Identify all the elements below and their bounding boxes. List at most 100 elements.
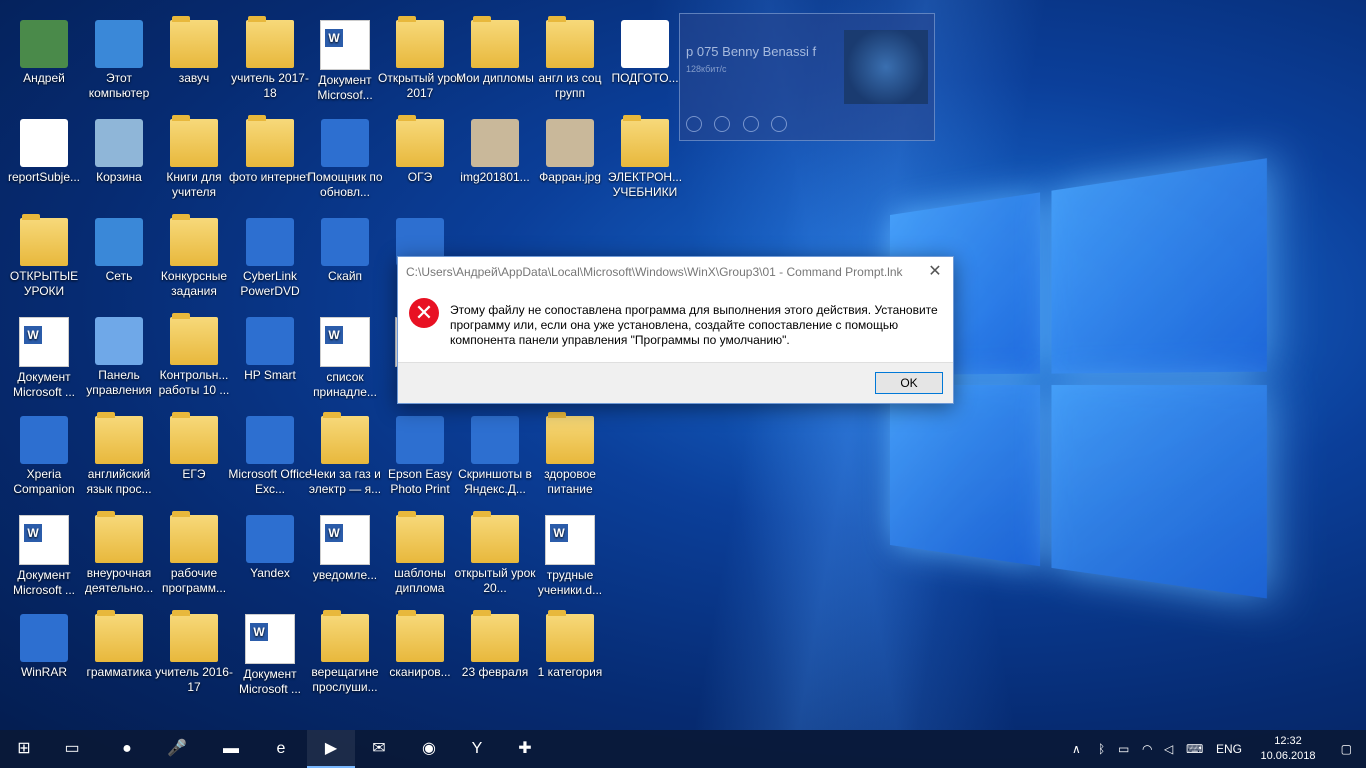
folder-icon xyxy=(396,20,444,68)
battery-icon[interactable]: ▭ xyxy=(1118,730,1129,768)
folder-icon xyxy=(170,614,218,662)
app-icon xyxy=(471,416,519,464)
yandex-taskbar-icon[interactable]: Y xyxy=(453,730,501,768)
previous-icon[interactable] xyxy=(743,116,759,132)
clock-time: 12:32 xyxy=(1258,734,1318,749)
player-visualization xyxy=(844,30,928,104)
desktop-icon[interactable]: трудные ученики.d... xyxy=(526,509,614,605)
net-icon xyxy=(95,218,143,266)
app-icon xyxy=(20,614,68,662)
folder-icon xyxy=(546,614,594,662)
media-taskbar-icon[interactable]: ▶ xyxy=(307,730,355,768)
pause-icon[interactable] xyxy=(686,116,702,132)
mail-taskbar-icon[interactable]: ✉ xyxy=(355,730,403,768)
app-icon xyxy=(246,515,294,563)
dialog-title: C:\Users\Андрей\AppData\Local\Microsoft\… xyxy=(406,265,903,279)
folder-icon xyxy=(321,416,369,464)
desktop-icon[interactable]: учитель 2016-17 xyxy=(150,608,238,704)
player-bitrate: 128кбит/с xyxy=(686,64,726,74)
image-icon xyxy=(546,119,594,167)
folder-icon xyxy=(170,218,218,266)
desktop-icon-label: завуч xyxy=(151,71,237,86)
error-icon: ✕ xyxy=(409,298,439,328)
volume-icon[interactable]: ◁ xyxy=(1164,730,1173,768)
cp-icon xyxy=(95,317,143,365)
desktop-icon[interactable]: ЕГЭ xyxy=(150,410,238,506)
app-icon xyxy=(246,317,294,365)
desktop-icon[interactable]: рабочие программ... xyxy=(150,509,238,605)
clock[interactable]: 12:32 10.06.2018 xyxy=(1258,734,1318,764)
desktop-icon-label: ЕГЭ xyxy=(151,467,237,482)
desktop-icon[interactable]: Конкурсные задания xyxy=(150,212,238,308)
desktop-icon-label: здоровое питание xyxy=(527,467,613,497)
desktop-icon[interactable]: 1 категория xyxy=(526,608,614,704)
voice-taskbar-icon[interactable]: 🎤 xyxy=(153,730,201,768)
folder-icon xyxy=(396,614,444,662)
start-taskbar-icon[interactable]: ⊞ xyxy=(0,730,48,768)
ok-button[interactable]: OK xyxy=(875,372,943,394)
folder-icon xyxy=(20,218,68,266)
desktop-icon-label: ЭЛЕКТРОН... УЧЕБНИКИ xyxy=(602,170,688,200)
folder-icon xyxy=(471,614,519,662)
app-taskbar-icon[interactable]: ◉ xyxy=(405,730,453,768)
desktop-icon[interactable]: Контрольн... работы 10 ... xyxy=(150,311,238,407)
dialog-message: Этому файлу не сопоставлена программа дл… xyxy=(450,303,940,348)
folder-icon xyxy=(170,416,218,464)
desktop-icon[interactable]: завуч xyxy=(150,14,238,110)
defender-taskbar-icon[interactable]: ✚ xyxy=(501,730,549,768)
desktop-icon-label: ПОДГОТО... xyxy=(602,71,688,86)
language-indicator[interactable]: ENG xyxy=(1216,730,1242,768)
image-icon xyxy=(471,119,519,167)
desktop-icon[interactable]: Книги для учителя xyxy=(150,113,238,209)
desktop-icon-label: учитель 2016-17 xyxy=(151,665,237,695)
player-controls[interactable] xyxy=(686,116,928,134)
doc-icon xyxy=(19,317,69,367)
tray-chevron-icon[interactable]: ∧ xyxy=(1072,730,1081,768)
app-icon xyxy=(321,218,369,266)
wifi-icon[interactable]: ◠ xyxy=(1142,730,1152,768)
task-view-taskbar-icon[interactable]: ▭ xyxy=(48,730,96,768)
doc-icon xyxy=(320,20,370,70)
media-player-widget[interactable]: p 075 Benny Benassi f 128кбит/с xyxy=(679,13,935,141)
folder-icon xyxy=(396,515,444,563)
desktop-icon[interactable]: ПОДГОТО... xyxy=(601,14,689,110)
folder-icon xyxy=(170,317,218,365)
desktop-icon[interactable]: здоровое питание xyxy=(526,410,614,506)
folder-icon xyxy=(546,20,594,68)
stop-icon[interactable] xyxy=(714,116,730,132)
explorer-taskbar-icon[interactable]: ▬ xyxy=(207,730,255,768)
folder-icon xyxy=(321,614,369,662)
folder-icon xyxy=(546,416,594,464)
folder-icon xyxy=(170,119,218,167)
desktop-icon-label: 1 категория xyxy=(527,665,613,680)
edge-taskbar-icon[interactable]: e xyxy=(257,730,305,768)
keyboard-icon[interactable]: ⌨ xyxy=(1186,730,1203,768)
folder-icon xyxy=(396,119,444,167)
player-track-title: p 075 Benny Benassi f xyxy=(686,44,846,59)
desktop-icon-label: Конкурсные задания xyxy=(151,269,237,299)
desktop-icon-label: рабочие программ... xyxy=(151,566,237,596)
error-dialog: C:\Users\Андрей\AppData\Local\Microsoft\… xyxy=(397,256,954,404)
folder-icon xyxy=(621,119,669,167)
user-icon xyxy=(20,20,68,68)
folder-icon xyxy=(471,515,519,563)
notifications-icon[interactable]: ▢ xyxy=(1341,730,1352,768)
clock-date: 10.06.2018 xyxy=(1258,749,1318,764)
close-icon[interactable]: ✕ xyxy=(925,261,945,281)
app-icon xyxy=(321,119,369,167)
doc-icon xyxy=(545,515,595,565)
file-icon xyxy=(20,119,68,167)
folder-icon xyxy=(170,515,218,563)
folder-icon xyxy=(246,119,294,167)
taskbar: ⊞ ▭ ● 🎤 ▬ e ▶ ✉ ◉ Y ✚ ∧ ᛒ ▭ ◠ ◁ ⌨ ENG 12:32 10.06.… xyxy=(0,730,1366,768)
folder-icon xyxy=(95,614,143,662)
pdf-icon xyxy=(621,20,669,68)
bluetooth-icon[interactable]: ᛒ xyxy=(1098,730,1105,768)
alice-taskbar-icon[interactable]: ● xyxy=(103,730,151,768)
app-icon xyxy=(246,416,294,464)
desktop-icon[interactable]: ЭЛЕКТРОН... УЧЕБНИКИ xyxy=(601,113,689,209)
app-icon xyxy=(396,416,444,464)
next-icon[interactable] xyxy=(771,116,787,132)
app-icon xyxy=(20,416,68,464)
doc-icon xyxy=(320,515,370,565)
